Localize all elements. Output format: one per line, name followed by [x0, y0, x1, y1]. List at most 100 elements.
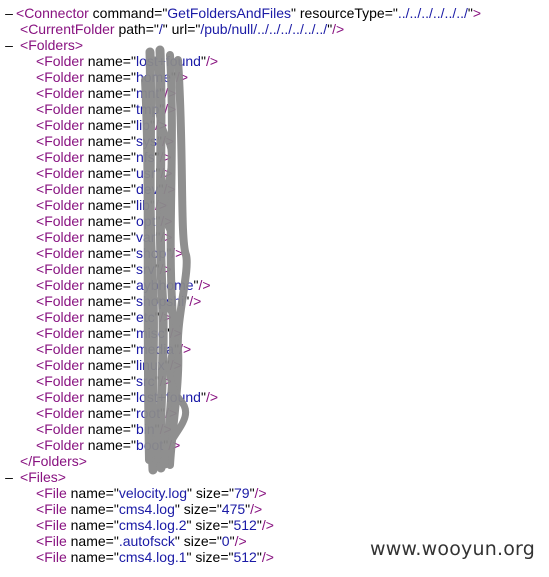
open-bracket: < — [36, 101, 45, 117]
close-bracket: /> — [205, 389, 219, 405]
xml-tag: <Folder name="lib"/> — [36, 197, 167, 213]
close-bracket: /> — [165, 405, 178, 421]
attribute-name: path — [118, 21, 146, 37]
tag-name: Folder — [44, 293, 84, 309]
xml-tag: <Folder name="src"/> — [36, 373, 172, 389]
attribute-name: name — [87, 197, 123, 213]
attribute-name: name — [70, 517, 106, 533]
close-bracket: /> — [163, 181, 176, 197]
tag-name: Folder — [44, 309, 84, 325]
tag-name: Folder — [44, 165, 84, 181]
attribute-name: name — [87, 277, 123, 293]
equals: =" — [122, 69, 136, 85]
xml-tag: <Folder name="lost+found"/> — [36, 389, 218, 405]
attribute-name: name — [87, 149, 123, 165]
attribute-value: nfs — [135, 149, 155, 165]
attribute-name: name — [87, 325, 123, 341]
equals: =" — [122, 245, 136, 261]
attribute-name: size — [183, 533, 209, 549]
xml-tag: <Folder name="bin"/> — [36, 421, 172, 437]
open-bracket: < — [36, 229, 45, 245]
close-bracket: /> — [234, 533, 247, 549]
tag-name: /Folders — [28, 453, 79, 469]
open-bracket: < — [36, 117, 45, 133]
attribute-value: misc — [135, 325, 165, 341]
equals: =" — [105, 517, 119, 533]
quote: " — [291, 5, 296, 21]
attribute-name: name — [87, 133, 123, 149]
equals: =" — [122, 421, 136, 437]
attribute-value: root — [135, 405, 161, 421]
attribute-name: name — [87, 341, 123, 357]
xml-tag: <File name=".autofsck" size="0"/> — [36, 533, 247, 549]
attribute-value: dev — [135, 181, 159, 197]
xml-tag: <Folder name="mnt"/> — [36, 85, 176, 101]
tag-name: Folder — [44, 341, 84, 357]
attribute-name: name — [87, 261, 123, 277]
close-bracket: > — [78, 453, 87, 469]
tag-name: Folder — [44, 181, 84, 197]
xml-tag: <Folder name="shop"/> — [36, 245, 183, 261]
attribute-value: lost+found — [135, 389, 201, 405]
attribute-value: usr — [135, 165, 156, 181]
open-bracket: < — [36, 277, 45, 293]
equals: =" — [122, 117, 136, 133]
attribute-value: media — [135, 341, 175, 357]
open-bracket: < — [36, 213, 45, 229]
collapse-toggle[interactable]: – — [4, 469, 14, 485]
tag-name: File — [44, 501, 67, 517]
equals: =" — [122, 405, 136, 421]
collapse-toggle[interactable]: – — [4, 37, 14, 53]
close-bracket: /> — [159, 149, 172, 165]
tag-name: Folder — [44, 405, 84, 421]
attribute-value: var — [135, 229, 156, 245]
attribute-name: name — [87, 357, 123, 373]
attribute-value: .autofsck — [118, 533, 175, 549]
equals: =" — [384, 5, 398, 21]
equals: =" — [105, 549, 119, 565]
attribute-value: mnt — [135, 85, 160, 101]
open-bracket: < — [36, 549, 45, 565]
tag-name: Folder — [44, 277, 84, 293]
attribute-name: name — [87, 213, 123, 229]
equals: =" — [105, 501, 119, 517]
collapse-toggle[interactable]: – — [4, 5, 14, 21]
quote: " — [187, 485, 193, 501]
open-bracket: < — [36, 69, 45, 85]
attribute-name: name — [87, 373, 123, 389]
xml-tag: <Folders> — [20, 37, 83, 53]
quote: " — [186, 517, 192, 533]
attribute-name: command — [92, 5, 155, 21]
xml-tag: <File name="cms4.log.2" size="512"/> — [36, 517, 274, 533]
watermark: www.wooyun.org — [365, 536, 539, 562]
tag-name: Folder — [44, 389, 84, 405]
open-bracket: < — [36, 181, 45, 197]
open-bracket: < — [36, 357, 45, 373]
attribute-value: tmp — [135, 101, 160, 117]
attribute-name: size — [195, 549, 221, 565]
attribute-name: name — [87, 117, 123, 133]
xml-tag: <Folder name="home"/> — [36, 69, 188, 85]
equals: =" — [145, 21, 159, 37]
attribute-value: shopshi — [135, 293, 185, 309]
attribute-value: GetFoldersAndFiles — [167, 5, 292, 21]
xml-tag: <Folder name="var"/> — [36, 229, 172, 245]
equals: =" — [187, 21, 201, 37]
equals: =" — [220, 517, 234, 533]
attribute-name: size — [183, 501, 209, 517]
equals: =" — [122, 133, 136, 149]
attribute-value: lost+found — [135, 53, 201, 69]
equals: =" — [105, 533, 119, 549]
close-bracket: /> — [250, 501, 263, 517]
xml-tree-viewer: – <Connector command="GetFoldersAndFiles"… — [0, 0, 549, 577]
close-bracket: /> — [179, 341, 192, 357]
equals: =" — [220, 485, 234, 501]
tag-name: Folder — [44, 213, 84, 229]
tag-name: Folder — [44, 245, 84, 261]
close-bracket: /> — [154, 117, 168, 133]
attribute-name: name — [70, 549, 106, 565]
attribute-value: sys — [135, 133, 157, 149]
open-bracket: < — [20, 469, 29, 485]
attribute-value: srv — [135, 261, 155, 277]
equals: =" — [208, 501, 222, 517]
